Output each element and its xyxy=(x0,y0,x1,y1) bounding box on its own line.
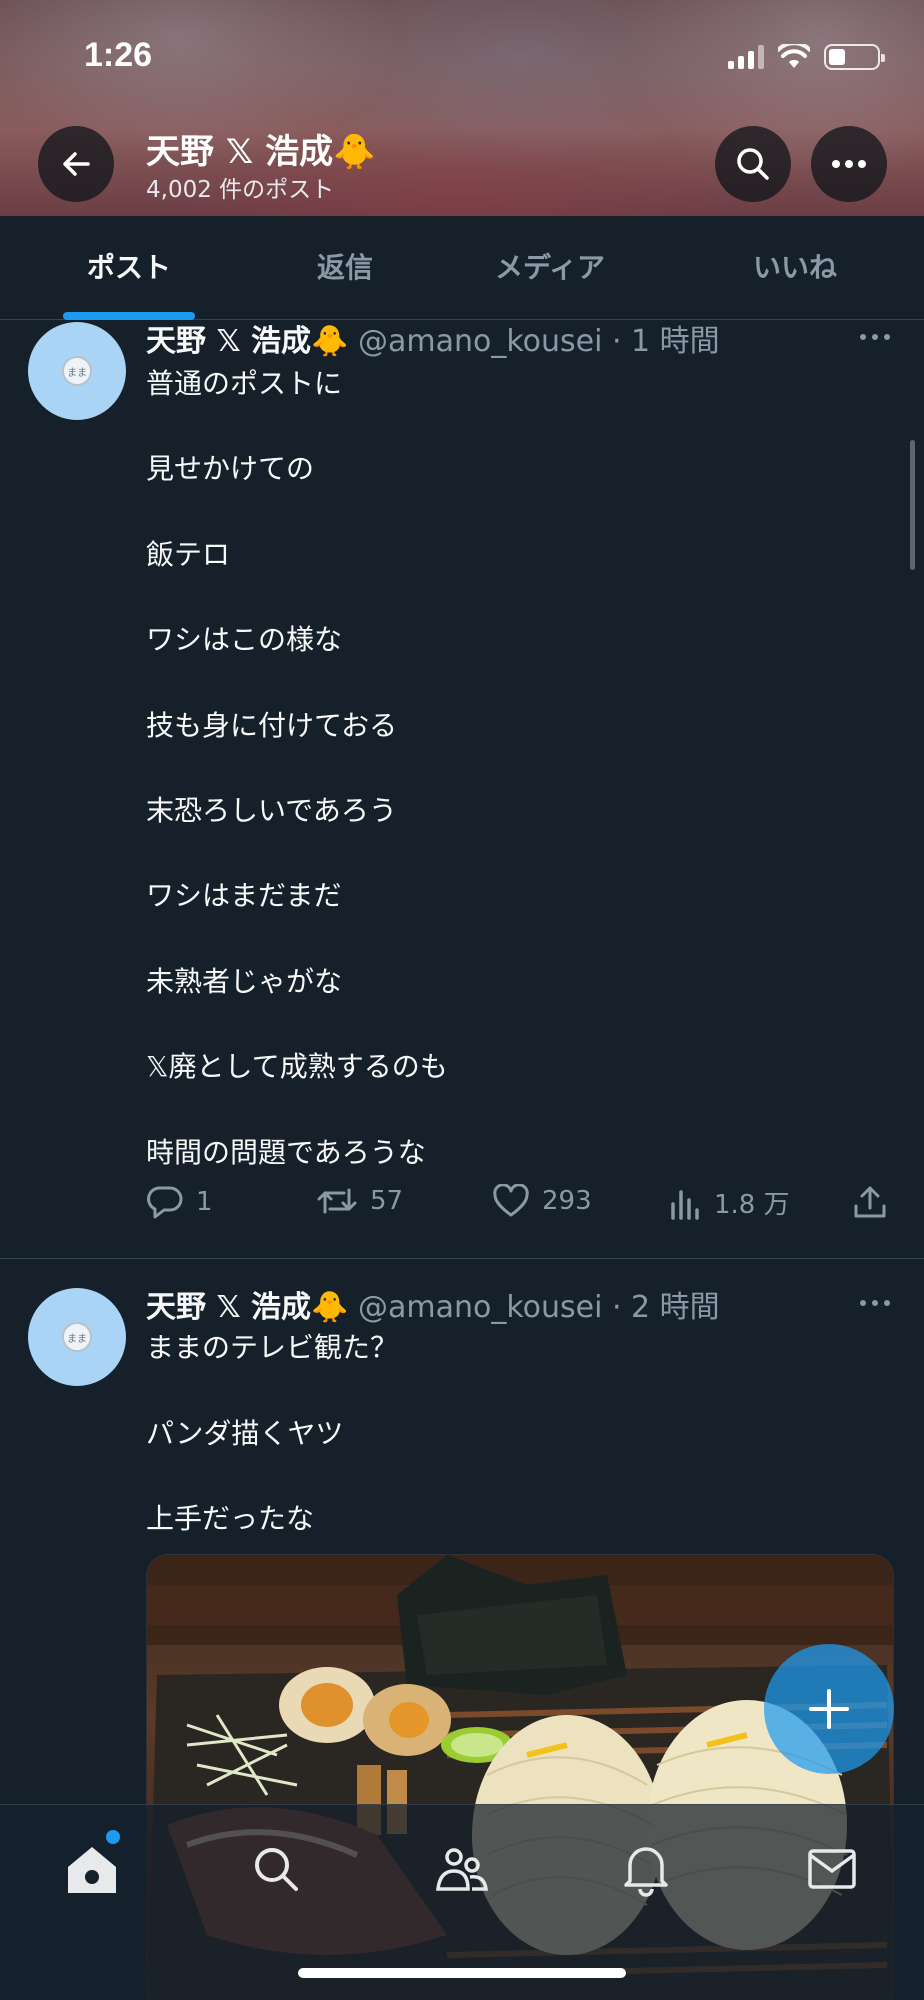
post-text-line: 見せかけての xyxy=(146,452,315,485)
back-button[interactable] xyxy=(38,126,114,202)
post-author-name[interactable]: 天野 𝕏 浩成🐥 xyxy=(146,324,348,359)
back-arrow-icon xyxy=(63,152,90,176)
reply-icon xyxy=(147,1186,183,1219)
compose-plus-icon xyxy=(809,1689,849,1729)
post-text-line: ままのテレビ観た？ xyxy=(146,1331,399,1364)
profile-tabs: ポスト 返信 メディア いいね xyxy=(0,216,924,320)
avatar[interactable]: まま xyxy=(28,322,126,420)
post-actions: 1 57 293 1.8 万 xyxy=(146,1184,894,1228)
home-indicator[interactable] xyxy=(298,1968,626,1978)
like-button[interactable]: 293 xyxy=(492,1184,592,1218)
post-text-line: 飯テロ xyxy=(146,538,231,571)
repost-button[interactable]: 57 xyxy=(316,1184,403,1218)
post-divider xyxy=(0,1258,924,1259)
messages-icon[interactable] xyxy=(802,1839,862,1899)
communities-icon[interactable] xyxy=(432,1839,492,1899)
post-count: 4,002 件のポスト xyxy=(146,177,335,203)
post-header: 天野 𝕏 浩成🐥 @amano_kousei · 2 時間 xyxy=(146,1282,720,1326)
search-icon xyxy=(737,148,769,180)
post-author-name[interactable]: 天野 𝕏 浩成🐥 xyxy=(146,1290,348,1325)
status-time: 1:26 xyxy=(84,36,153,74)
more-button[interactable] xyxy=(811,126,887,202)
post-text-line: 未熟者じゃがな xyxy=(146,965,343,998)
post-text-line: パンダ描くヤツ xyxy=(146,1417,344,1450)
avatar-label: まま xyxy=(62,1322,92,1352)
wifi-icon xyxy=(778,44,810,68)
tab-likes[interactable]: いいね xyxy=(730,216,860,320)
more-icon xyxy=(832,160,866,168)
avatar-label: まま xyxy=(62,356,92,386)
search-icon[interactable] xyxy=(246,1839,306,1899)
scrollbar[interactable] xyxy=(910,440,915,570)
status-icons xyxy=(728,44,885,70)
reply-count: 1 xyxy=(196,1187,213,1217)
repost-count: 57 xyxy=(370,1186,404,1216)
repost-icon xyxy=(317,1188,357,1214)
tab-posts[interactable]: ポスト xyxy=(63,216,195,320)
post-text-line: 技も身に付けておる xyxy=(146,709,398,742)
home-icon[interactable] xyxy=(62,1839,122,1899)
post-text-line: 𝕏廃として成熟するのも xyxy=(146,1050,448,1083)
post-text-line: 普通のポストに xyxy=(146,367,343,400)
battery-icon xyxy=(824,44,885,70)
home-notification-dot xyxy=(106,1830,120,1844)
post-text-line: 時間の問題であろうな xyxy=(146,1136,426,1169)
post-handle-time: @amano_kousei · 2 時間 xyxy=(357,1290,720,1325)
views-button[interactable]: 1.8 万 xyxy=(668,1184,790,1221)
reply-button[interactable]: 1 xyxy=(146,1184,213,1220)
like-icon xyxy=(493,1184,529,1217)
post-more-icon[interactable] xyxy=(860,1300,890,1306)
avatar[interactable]: まま xyxy=(28,1288,126,1386)
share-icon xyxy=(854,1186,886,1218)
post-handle-time: @amano_kousei · 1 時間 xyxy=(357,324,720,359)
profile-name: 天野 𝕏 浩成🐥 xyxy=(146,132,376,172)
post-text-line: 上手だったな xyxy=(146,1502,315,1535)
signal-icon xyxy=(728,45,764,69)
profile-header: 1:26 天野 𝕏 浩成🐥 4,002 件のポスト xyxy=(0,0,924,216)
views-icon xyxy=(671,1189,699,1220)
post-text-line: 末恐ろしいであろう xyxy=(146,794,397,827)
compose-button[interactable] xyxy=(764,1644,894,1774)
post-text-line: ワシはこの様な xyxy=(146,623,343,656)
search-button[interactable] xyxy=(715,126,791,202)
post-text-line: ワシはまだまだ xyxy=(146,879,342,912)
tab-replies[interactable]: 返信 xyxy=(280,216,410,320)
post-header: 天野 𝕏 浩成🐥 @amano_kousei · 1 時間 xyxy=(146,316,720,360)
tab-media[interactable]: メディア xyxy=(470,216,630,320)
notifications-icon[interactable] xyxy=(616,1839,676,1899)
post-more-icon[interactable] xyxy=(860,334,890,340)
share-button[interactable] xyxy=(852,1184,888,1220)
battery-level xyxy=(829,49,846,65)
like-count: 293 xyxy=(542,1186,592,1216)
views-count: 1.8 万 xyxy=(714,1190,790,1220)
